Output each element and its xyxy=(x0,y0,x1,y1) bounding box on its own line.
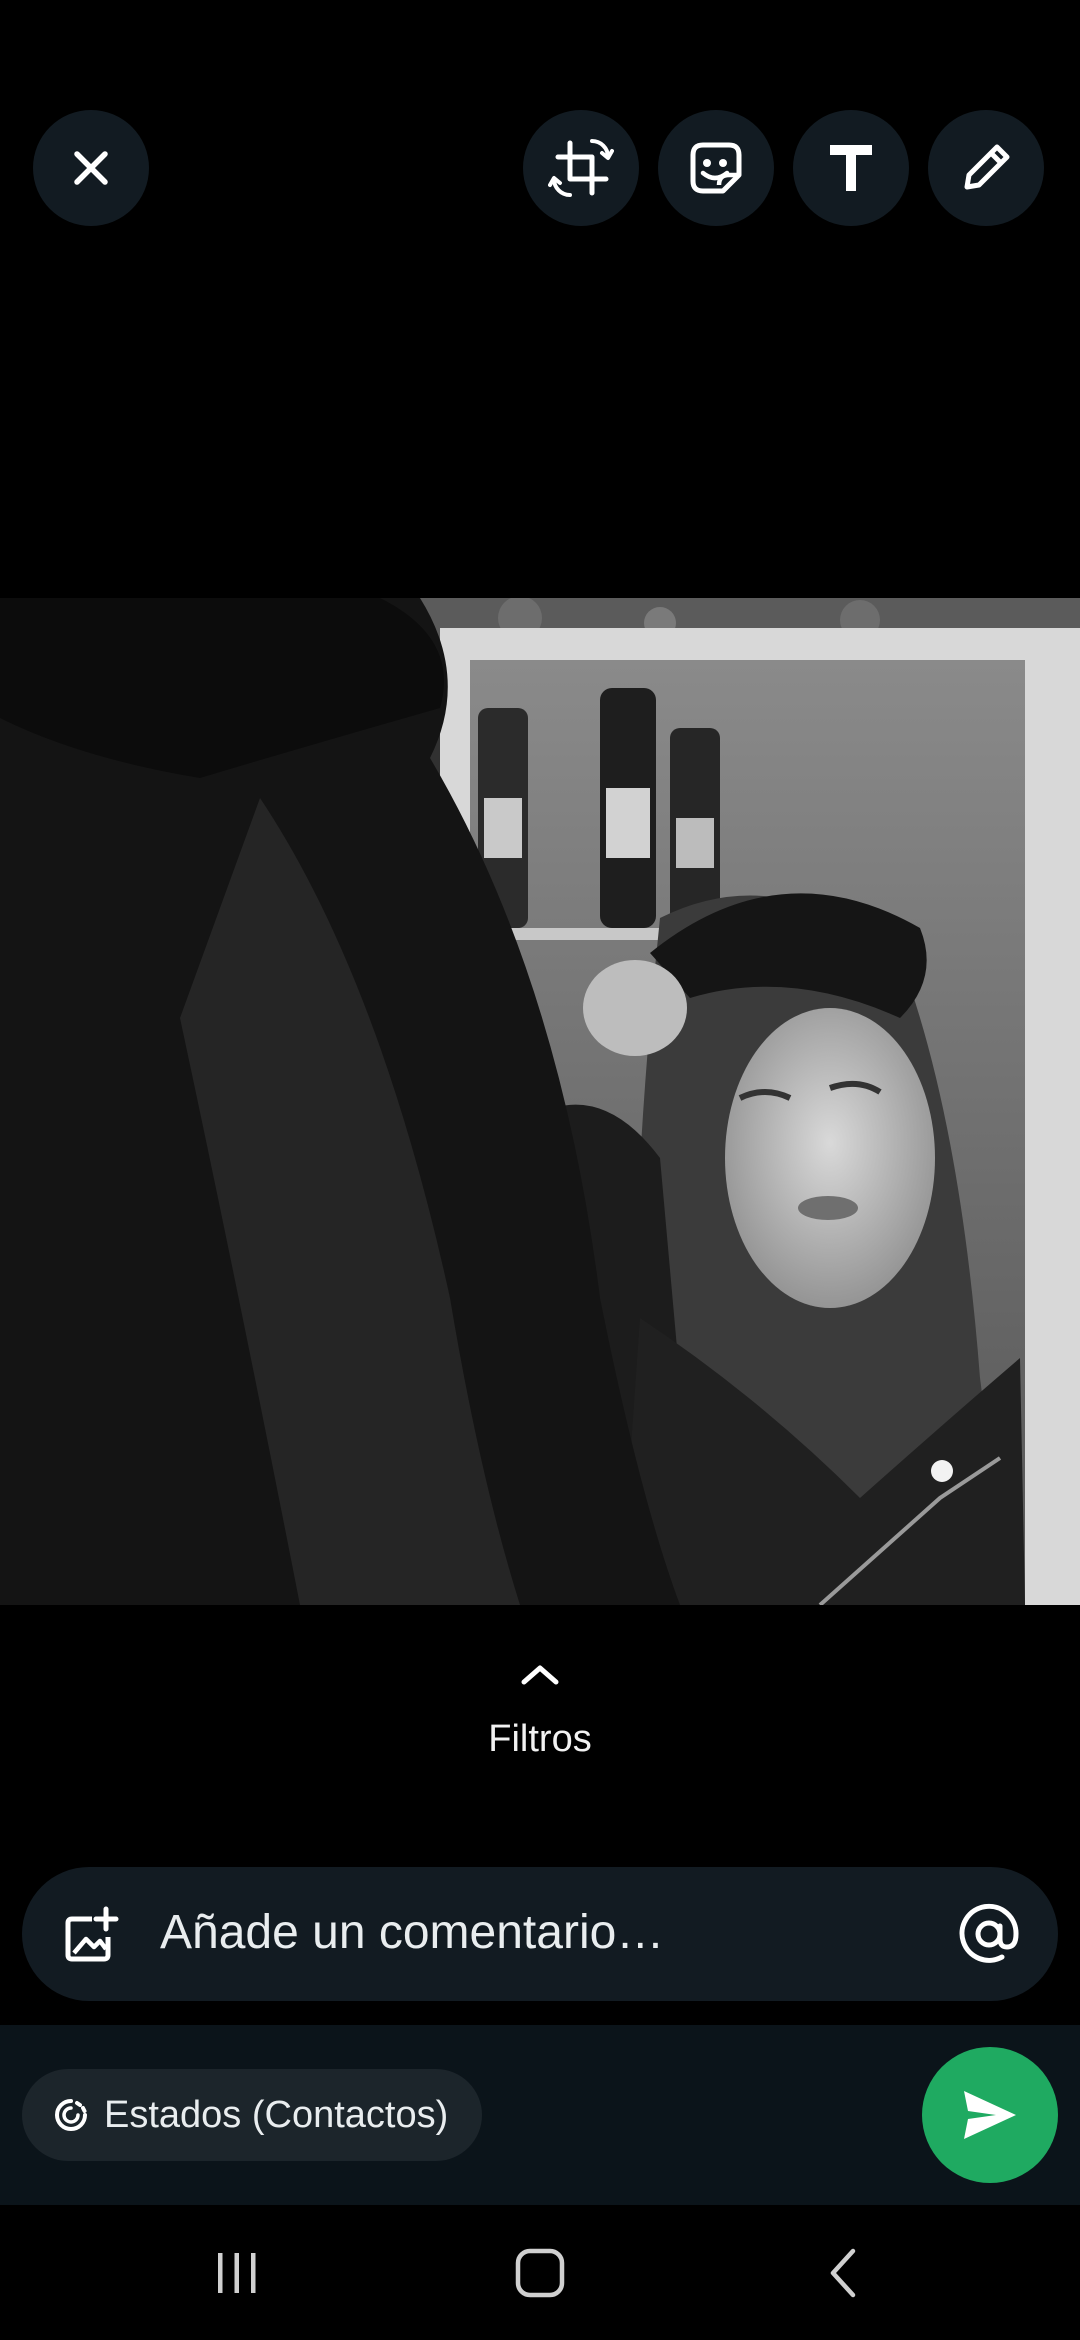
back-button[interactable] xyxy=(752,2205,932,2340)
pencil-icon xyxy=(964,144,1010,190)
close-button[interactable] xyxy=(33,110,149,226)
add-media-icon[interactable] xyxy=(60,1903,124,1967)
crop-rotate-icon xyxy=(548,139,614,197)
status-audience-label: Estados (Contactos) xyxy=(104,2093,449,2136)
home-icon xyxy=(515,2248,565,2297)
sticker-button[interactable] xyxy=(658,110,774,226)
recents-button[interactable] xyxy=(147,2205,327,2340)
text-button[interactable] xyxy=(793,110,909,226)
send-icon xyxy=(964,2091,1016,2139)
filters-label: Filtros xyxy=(488,1718,592,1760)
photo-preview xyxy=(0,598,1080,1605)
back-icon xyxy=(830,2248,856,2297)
system-nav-bar xyxy=(0,2205,1080,2340)
crop-rotate-button[interactable] xyxy=(523,110,639,226)
bottom-panel: Estados (Contactos) xyxy=(0,2025,1080,2205)
recents-icon xyxy=(218,2252,256,2293)
send-button[interactable] xyxy=(922,2047,1058,2183)
close-icon xyxy=(74,151,108,185)
comment-input[interactable]: Añade un comentario… xyxy=(160,1905,664,1960)
mention-icon[interactable] xyxy=(954,1899,1024,1969)
sticker-icon xyxy=(690,142,742,194)
text-icon xyxy=(830,145,872,191)
chevron-up-icon xyxy=(521,1665,559,1685)
comment-bar: Añade un comentario… xyxy=(22,1867,1058,2001)
status-icon xyxy=(55,2099,87,2131)
draw-button[interactable] xyxy=(928,110,1044,226)
status-audience-chip[interactable]: Estados (Contactos) xyxy=(22,2069,483,2161)
home-button[interactable] xyxy=(450,2205,630,2340)
filters-toggle[interactable]: Filtros xyxy=(0,1660,1080,1761)
